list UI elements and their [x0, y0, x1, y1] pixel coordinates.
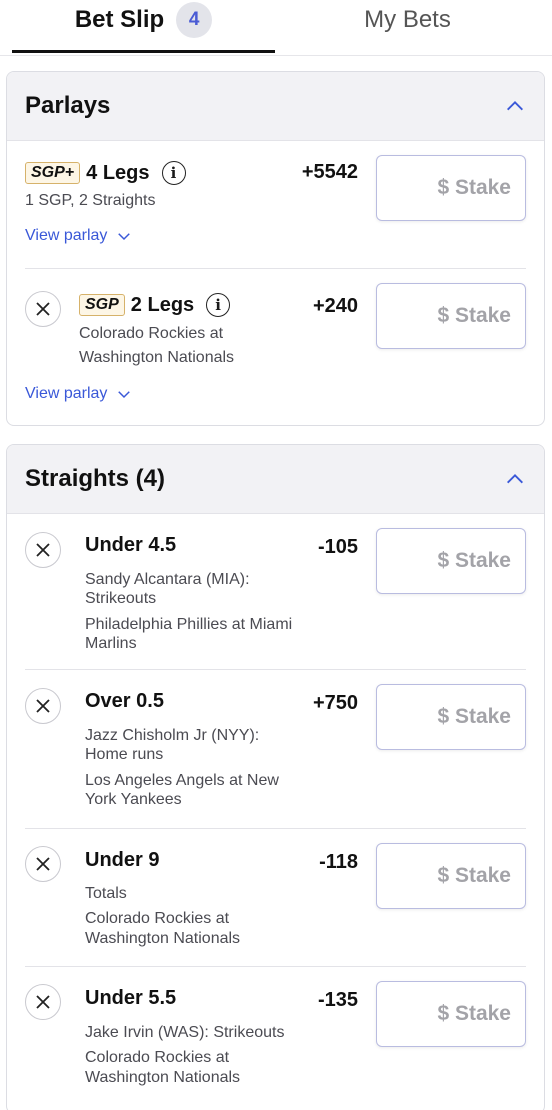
sgp-badge: SGP — [79, 294, 125, 316]
parlay-odds: +5542 — [301, 161, 358, 183]
bet-game-line2: York Yankees — [85, 791, 182, 808]
bet-pick: Under 9 — [85, 849, 160, 871]
parlay-odds: +240 — [312, 295, 358, 317]
bet-game-line2: Marlins — [85, 635, 137, 652]
straights-title: Straights (4) — [25, 465, 166, 492]
view-parlay-link[interactable]: View parlay — [25, 227, 133, 245]
bet-pick: Under 5.5 — [85, 987, 177, 1009]
bet-market-line1: Jake Irvin (WAS): Strikeouts — [85, 1024, 285, 1041]
close-icon — [36, 699, 50, 713]
info-icon[interactable]: i — [206, 293, 231, 317]
straight-bet-row: Over 0.5 Jazz Chisholm Jr (NYY): Home ru… — [25, 670, 526, 829]
bet-game-line1: Colorado Rockies at — [85, 910, 230, 927]
parlay-description: 1 SGP, 2 Straights — [25, 192, 156, 209]
stake-input[interactable]: $ Stake — [376, 981, 526, 1047]
straights-card: Straights (4) Under 4.5 Sandy Alcantara … — [6, 444, 545, 1110]
view-parlay-label: View parlay — [25, 227, 108, 244]
straight-bet-row: Under 5.5 Jake Irvin (WAS): Strikeouts C… — [25, 967, 526, 1107]
bet-game-line1: Colorado Rockies at — [85, 1049, 230, 1066]
straight-bet-row: Under 9 Totals Colorado Rockies at Washi… — [25, 829, 526, 967]
parlay-title-line: SGP 2 Legs i — [79, 293, 231, 317]
bet-odds: -105 — [317, 536, 358, 558]
straights-header[interactable]: Straights (4) — [7, 445, 544, 514]
remove-bet-button[interactable] — [25, 532, 61, 568]
bet-market-line1: Sandy Alcantara (MIA): — [85, 571, 250, 588]
close-icon — [36, 857, 50, 871]
remove-bet-button[interactable] — [25, 688, 61, 724]
parlays-card: Parlays SGP+ 4 Legs i 1 SGP, 2 Straights… — [6, 71, 545, 426]
parlays-title: Parlays — [25, 92, 111, 119]
bet-market-line1: Jazz Chisholm Jr (NYY): — [85, 727, 260, 744]
stake-input[interactable]: $ Stake — [376, 843, 526, 909]
parlay-title-line: SGP+ 4 Legs i — [25, 161, 186, 185]
remove-bet-button[interactable] — [25, 984, 61, 1020]
tab-my-bets[interactable]: My Bets — [275, 0, 540, 53]
parlay-legs: 4 Legs — [86, 161, 150, 184]
remove-bet-button[interactable] — [25, 846, 61, 882]
bet-game-line1: Los Angeles Angels at New — [85, 772, 279, 789]
stake-input[interactable]: $ Stake — [376, 155, 526, 221]
chevron-up-icon[interactable] — [504, 95, 526, 117]
chevron-down-icon — [118, 391, 131, 399]
view-parlay-label: View parlay — [25, 385, 108, 402]
bet-count-badge: 4 — [176, 2, 213, 38]
straight-bet-row: Under 4.5 Sandy Alcantara (MIA): Strikeo… — [25, 514, 526, 670]
bet-market-line2: Home runs — [85, 746, 164, 763]
bet-pick: Under 4.5 — [85, 534, 177, 556]
remove-bet-button[interactable] — [25, 291, 61, 327]
stake-input[interactable]: $ Stake — [376, 528, 526, 594]
bet-market-line2: Strikeouts — [85, 590, 157, 607]
bet-game-line2: Washington Nationals — [85, 930, 241, 947]
bet-odds: +750 — [312, 692, 358, 714]
parlay-game-line2: Washington Nationals — [79, 349, 235, 366]
stake-input[interactable]: $ Stake — [376, 684, 526, 750]
parlay-row: SGP 2 Legs i Colorado Rockies at Washing… — [25, 269, 526, 425]
bet-game-line1: Philadelphia Phillies at Miami — [85, 616, 293, 633]
bet-pick: Over 0.5 — [85, 690, 164, 712]
bet-game-line2: Washington Nationals — [85, 1069, 241, 1086]
info-icon[interactable]: i — [161, 161, 186, 185]
parlay-game-line1: Colorado Rockies at — [79, 325, 224, 342]
parlay-row: SGP+ 4 Legs i 1 SGP, 2 Straights +5542 $… — [25, 141, 526, 269]
close-icon — [36, 995, 50, 1009]
parlays-header[interactable]: Parlays — [7, 72, 544, 141]
chevron-down-icon — [118, 233, 131, 241]
close-icon — [36, 302, 50, 316]
parlay-legs: 2 Legs — [130, 293, 195, 316]
bet-market-line1: Totals — [85, 885, 127, 902]
sgp-plus-badge: SGP+ — [25, 162, 81, 184]
tab-bar: Bet Slip 4 My Bets — [0, 0, 552, 56]
bet-odds: -118 — [319, 851, 358, 873]
tab-my-bets-label: My Bets — [364, 6, 451, 33]
stake-input[interactable]: $ Stake — [376, 283, 526, 349]
tab-bet-slip-label: Bet Slip — [74, 6, 165, 33]
close-icon — [36, 543, 50, 557]
tab-bet-slip[interactable]: Bet Slip 4 — [12, 0, 275, 53]
chevron-up-icon[interactable] — [504, 468, 526, 490]
view-parlay-link[interactable]: View parlay — [25, 385, 133, 403]
bet-odds: -135 — [317, 989, 358, 1011]
